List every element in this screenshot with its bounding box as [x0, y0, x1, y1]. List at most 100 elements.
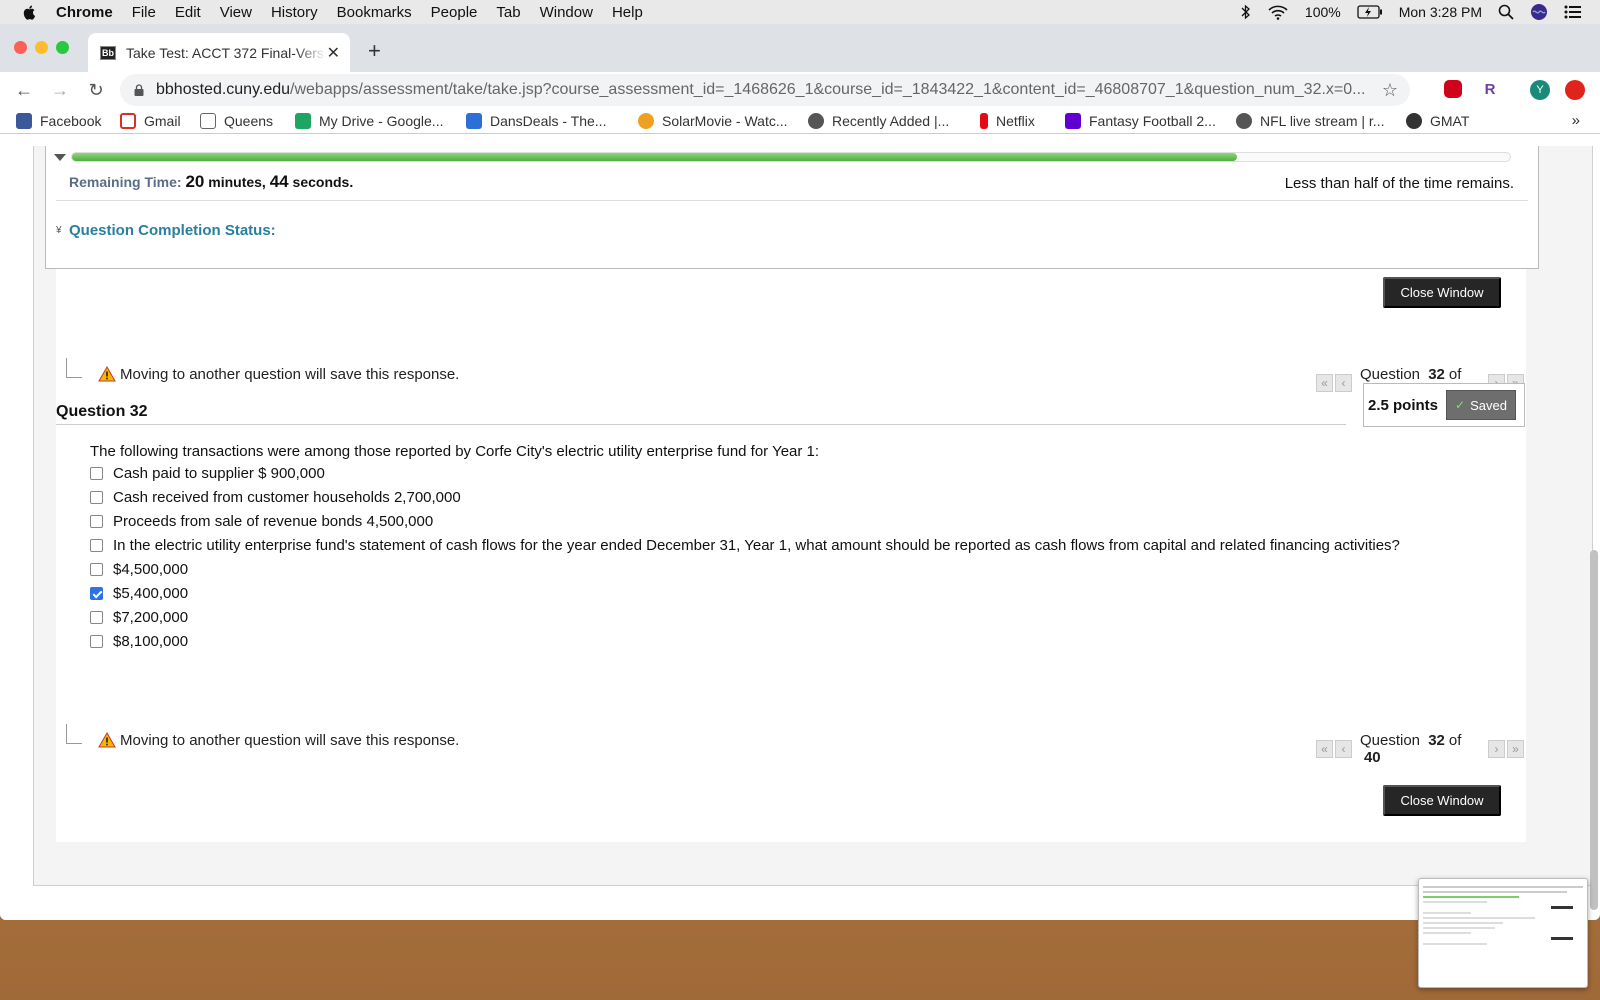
screenshot-thumbnail-preview[interactable]: [1418, 878, 1588, 988]
answer-option-1[interactable]: Cash paid to supplier $ 900,000: [90, 465, 325, 482]
menu-history[interactable]: History: [271, 4, 318, 21]
previous-question-icon[interactable]: ‹: [1334, 374, 1352, 392]
close-window-button-top[interactable]: Close Window: [1383, 277, 1501, 308]
remaining-seconds: 44: [269, 172, 289, 191]
answer-checkbox[interactable]: [90, 539, 103, 552]
forward-arrow-icon[interactable]: →: [50, 80, 70, 100]
bookmark-netflix[interactable]: Netflix: [980, 113, 1035, 129]
spotlight-search-icon[interactable]: [1498, 4, 1514, 20]
reload-icon[interactable]: ↻: [86, 80, 106, 100]
menu-app-chrome[interactable]: Chrome: [56, 4, 113, 21]
siri-icon[interactable]: [1530, 3, 1548, 21]
question-navigator-bottom: « ‹ Question 32 of 40 › »: [1316, 732, 1526, 766]
menu-edit[interactable]: Edit: [175, 4, 201, 21]
new-tab-icon[interactable]: +: [368, 38, 381, 64]
bookmark-my-drive[interactable]: My Drive - Google...: [295, 113, 443, 129]
page-scrollbar-thumb[interactable]: [1590, 550, 1598, 910]
menu-tab[interactable]: Tab: [496, 4, 520, 21]
apple-icon[interactable]: [22, 4, 38, 20]
time-progress-bar: [71, 152, 1511, 162]
remaining-minutes: 20: [185, 172, 205, 191]
time-progress-fill: [72, 153, 1237, 161]
page-content: Remaining Time: 20 minutes, 44 seconds. …: [0, 146, 1600, 920]
back-arrow-icon[interactable]: ←: [14, 80, 34, 100]
netflix-icon: [980, 113, 988, 129]
menu-view[interactable]: View: [220, 4, 252, 21]
menu-people[interactable]: People: [431, 4, 478, 21]
answer-option-5[interactable]: $4,500,000: [90, 561, 188, 578]
facebook-icon: [16, 113, 32, 129]
next-question-icon[interactable]: ›: [1488, 740, 1505, 758]
notification-center-icon[interactable]: [1564, 4, 1582, 20]
bookmark-gmail[interactable]: Gmail: [120, 113, 181, 129]
menu-bar-clock[interactable]: Mon 3:28 PM: [1399, 4, 1482, 20]
window-controls: [14, 41, 69, 54]
answer-checkbox[interactable]: [90, 563, 103, 576]
menu-help[interactable]: Help: [612, 4, 643, 21]
previous-question-icon[interactable]: ‹: [1334, 740, 1352, 758]
bluetooth-icon[interactable]: [1241, 4, 1251, 20]
r-extension-icon[interactable]: R: [1480, 80, 1500, 100]
zoom-window-dot[interactable]: [56, 41, 69, 54]
save-warning-top: Moving to another question will save thi…: [66, 358, 459, 384]
solarmovie-icon: [638, 113, 654, 129]
yahoo-icon: [1065, 113, 1081, 129]
drive-icon: [295, 113, 311, 129]
adblock-extension-icon[interactable]: [1444, 80, 1462, 98]
answer-option-6[interactable]: $5,400,000: [90, 585, 188, 602]
answer-checkbox[interactable]: [90, 587, 103, 600]
answer-checkbox[interactable]: [90, 515, 103, 528]
bookmark-gmat[interactable]: GMAT: [1406, 113, 1469, 129]
minimize-window-dot[interactable]: [35, 41, 48, 54]
tab-close-icon[interactable]: ✕: [327, 43, 340, 63]
elbow-connector-icon: [66, 724, 82, 744]
answer-option-4[interactable]: In the electric utility enterprise fund'…: [90, 537, 1400, 554]
bookmarks-overflow-icon[interactable]: »: [1572, 112, 1580, 129]
lock-icon[interactable]: [134, 84, 144, 96]
seconds-unit: seconds.: [292, 174, 354, 190]
tab-title: Take Test: ACCT 372 Final-Version: [126, 44, 326, 61]
bookmark-solarmovie[interactable]: SolarMovie - Watc...: [638, 113, 788, 129]
remaining-time: Remaining Time: 20 minutes, 44 seconds.: [69, 172, 353, 192]
menu-window[interactable]: Window: [540, 4, 593, 21]
close-window-button-bottom[interactable]: Close Window: [1383, 785, 1501, 816]
answer-option-7[interactable]: $7,200,000: [90, 609, 188, 626]
check-icon: ✓: [1455, 398, 1466, 412]
globe-icon: [1236, 113, 1252, 129]
bookmark-star-icon[interactable]: ☆: [1382, 80, 1398, 101]
answer-checkbox[interactable]: [90, 491, 103, 504]
answer-checkbox[interactable]: [90, 467, 103, 480]
battery-charging-icon[interactable]: [1357, 5, 1383, 19]
question-completion-status-toggle[interactable]: Question Completion Status:: [69, 222, 276, 239]
bookmark-nfl-live-stream[interactable]: NFL live stream | r...: [1236, 113, 1384, 129]
remaining-time-label: Remaining Time:: [69, 174, 182, 190]
bookmark-recently-added[interactable]: Recently Added |...: [808, 113, 949, 129]
answer-option-3[interactable]: Proceeds from sale of revenue bonds 4,50…: [90, 513, 433, 530]
last-question-icon[interactable]: »: [1507, 740, 1524, 758]
bookmarks-bar: Facebook Gmail Queens My Drive - Google.…: [0, 108, 1600, 134]
wifi-icon[interactable]: [1267, 4, 1289, 20]
bookmark-fantasy-football[interactable]: Fantasy Football 2...: [1065, 113, 1216, 129]
url-host: bbhosted.cuny.edu: [156, 81, 291, 98]
bookmark-queens[interactable]: Queens: [200, 113, 273, 129]
first-question-icon[interactable]: «: [1316, 740, 1333, 758]
update-extension-icon[interactable]: [1565, 80, 1585, 100]
collapse-timer-icon[interactable]: [54, 154, 66, 161]
bookmark-dansdeals[interactable]: DansDeals - The...: [466, 113, 606, 129]
menu-file[interactable]: File: [132, 4, 156, 21]
bookmark-facebook[interactable]: Facebook: [16, 113, 101, 129]
question-area: Close Window Moving to another question …: [56, 269, 1526, 842]
close-window-dot[interactable]: [14, 41, 27, 54]
menu-bookmarks[interactable]: Bookmarks: [337, 4, 412, 21]
question-position: Question 32of 40: [1359, 732, 1462, 766]
time-status-message: Less than half of the time remains.: [1284, 175, 1514, 192]
answer-option-8[interactable]: $8,100,000: [90, 633, 188, 650]
profile-avatar[interactable]: Y: [1530, 80, 1550, 100]
answer-checkbox[interactable]: [90, 611, 103, 624]
expand-chevron-icon[interactable]: ¥: [56, 225, 62, 236]
tab-take-test[interactable]: Bb Take Test: ACCT 372 Final-Version ✕: [88, 33, 350, 72]
address-bar[interactable]: bbhosted.cuny.edu/webapps/assessment/tak…: [120, 74, 1410, 106]
answer-checkbox[interactable]: [90, 635, 103, 648]
first-question-icon[interactable]: «: [1316, 374, 1333, 392]
answer-option-2[interactable]: Cash received from customer households 2…: [90, 489, 461, 506]
